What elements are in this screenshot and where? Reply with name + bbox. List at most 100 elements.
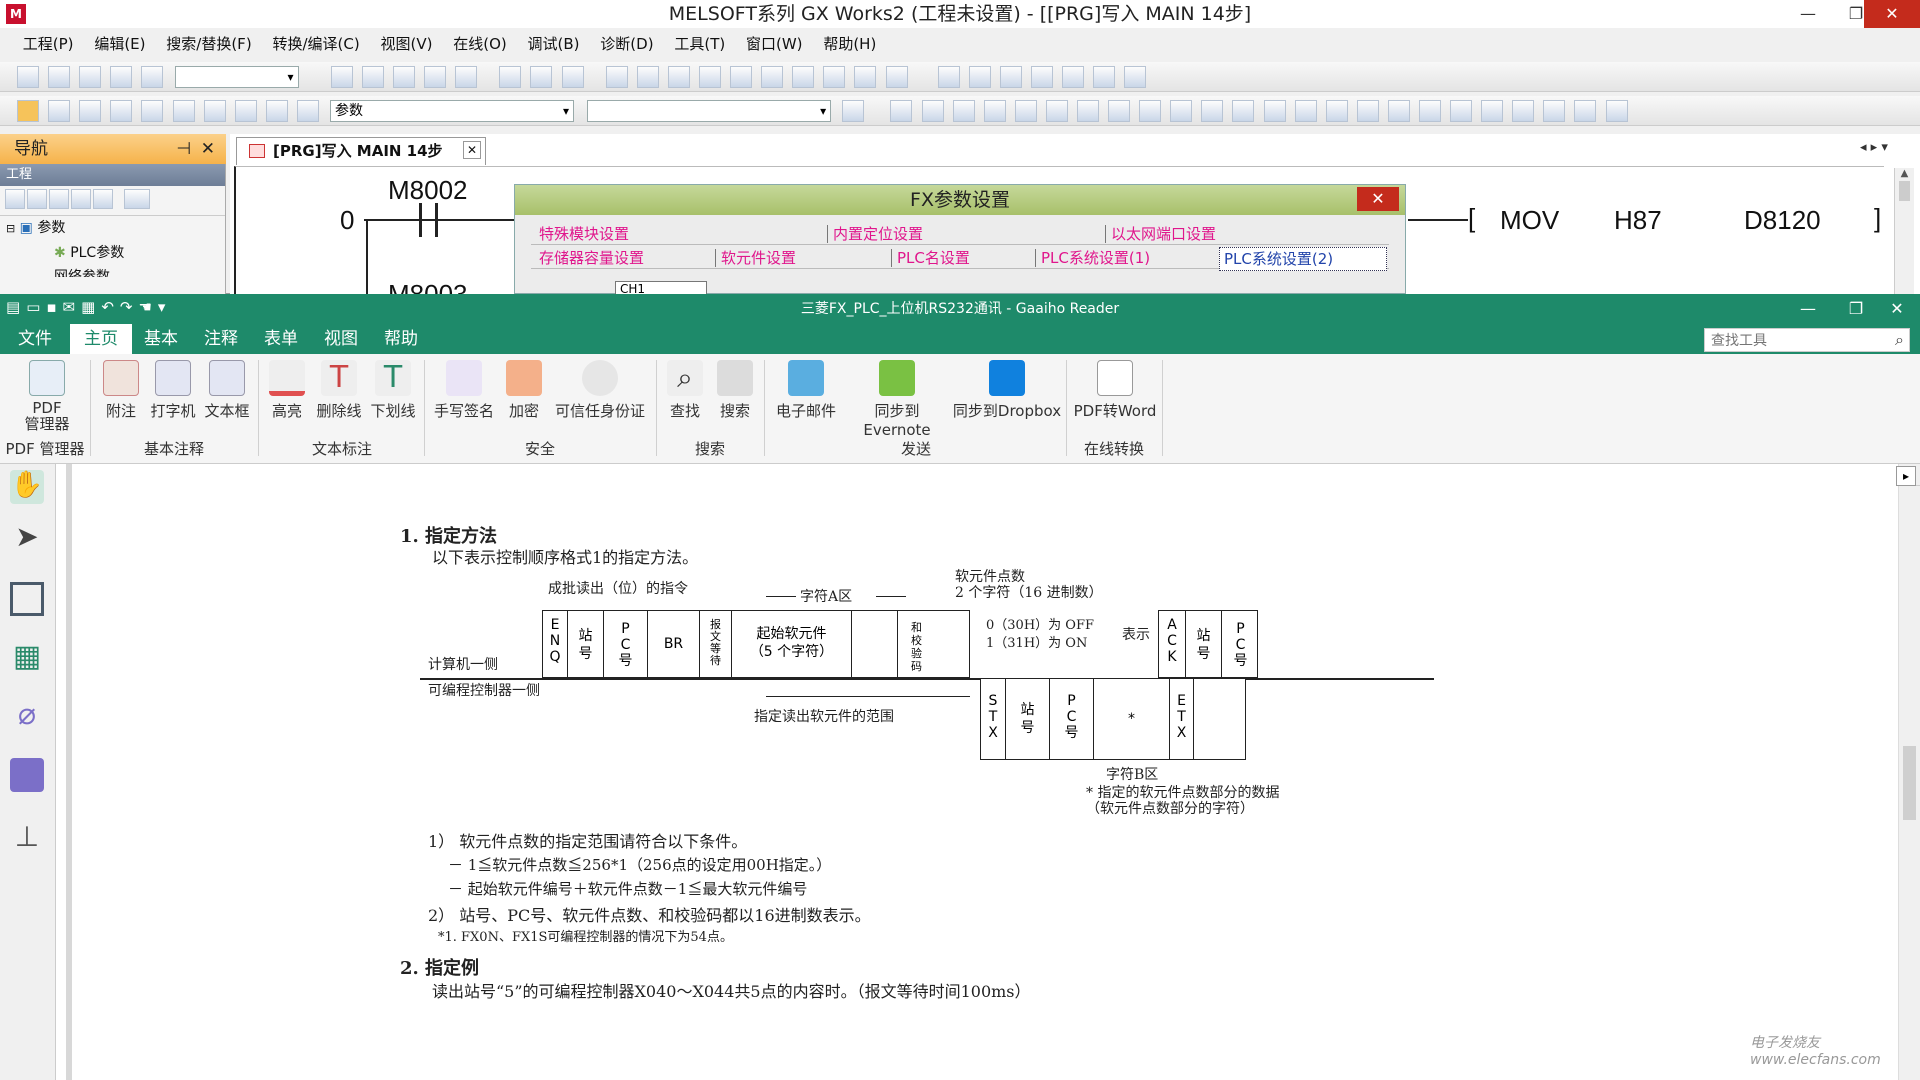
comments-icon[interactable] (10, 758, 44, 792)
tab-ethernet-port[interactable]: 以太网端口设置 (1111, 223, 1216, 245)
dev-3-icon[interactable] (172, 100, 195, 122)
settings-icon[interactable] (234, 100, 257, 122)
delete-vline-icon[interactable] (1170, 100, 1193, 122)
open-folder-icon[interactable] (48, 66, 71, 88)
binoculars-icon[interactable] (296, 100, 319, 122)
menu-debug[interactable]: 调试(B) (520, 30, 588, 58)
bookmark-icon[interactable] (10, 582, 44, 616)
tab-device-settings[interactable]: 软元件设置 (721, 247, 796, 269)
tab-plc-name[interactable]: PLC名设置 (897, 247, 970, 269)
delete-hline-icon[interactable] (1139, 100, 1162, 122)
dev-start-icon[interactable] (761, 66, 784, 88)
tab-scroll-arrows[interactable]: ◂ ▸ ▾ (1860, 140, 1888, 155)
ladder-tool-6-icon[interactable] (1093, 66, 1116, 88)
nav-tool-2-icon[interactable] (27, 189, 47, 209)
operation-result-icon[interactable] (1419, 100, 1441, 122)
reader-scrollbar[interactable]: ▴ (1898, 464, 1920, 1080)
menu-diagnose[interactable]: 诊断(D) (592, 30, 661, 58)
qa-email-icon[interactable]: ✉ (63, 298, 82, 316)
rising-parallel-icon[interactable] (1263, 100, 1286, 122)
encrypt-button[interactable]: 加密 (500, 360, 548, 421)
instruction-mov[interactable]: MOV (1500, 205, 1559, 236)
reader-close-button[interactable]: ✕ (1874, 294, 1920, 324)
reader-maximize-button[interactable]: ❐ (1832, 294, 1880, 324)
tab-plc-system-1[interactable]: PLC系统设置(1) (1041, 247, 1150, 269)
gx-minimize-button[interactable]: — (1784, 0, 1832, 28)
contact-no-icon[interactable] (890, 100, 913, 122)
search-icon[interactable]: ⌕ (1895, 330, 1904, 350)
qa-undo-icon[interactable]: ↶ (101, 298, 120, 316)
menu-window[interactable]: 窗口(W) (738, 30, 811, 58)
nav-tool-5-icon[interactable] (93, 189, 113, 209)
note-button[interactable]: 附注 (96, 360, 146, 421)
tab-plc-system-2[interactable]: PLC系统设置(2) (1219, 247, 1387, 271)
application-instr-icon[interactable] (1045, 100, 1068, 122)
search-tools-input[interactable] (1704, 328, 1910, 352)
sync-dropbox-button[interactable]: 同步到Dropbox (952, 360, 1062, 421)
falling-edge-icon[interactable] (1232, 100, 1255, 122)
monitor-start-icon[interactable] (605, 66, 628, 88)
tab-comment[interactable]: 注释 (190, 324, 252, 354)
tab-special-module[interactable]: 特殊模块设置 (539, 223, 629, 245)
online-help-icon[interactable] (265, 100, 288, 122)
menu-search-replace[interactable]: 搜索/替换(F) (158, 30, 259, 58)
sync-evernote-button[interactable]: 同步到Evernote (842, 360, 952, 439)
nav-tool-6-icon[interactable] (124, 189, 150, 209)
window-layout-icon[interactable] (854, 66, 877, 88)
qa-hand-icon[interactable]: ☚ (138, 298, 157, 316)
qa-customize-icon[interactable]: ▾ (158, 298, 172, 316)
simulator-icon[interactable] (730, 66, 753, 88)
hline-icon[interactable] (1076, 100, 1099, 122)
falling-parallel-icon[interactable] (1294, 100, 1317, 122)
new-file-icon[interactable] (17, 66, 40, 88)
paste-icon[interactable] (392, 66, 415, 88)
extra-tool-icon[interactable] (1605, 100, 1628, 122)
screen-icon[interactable] (885, 66, 908, 88)
monitor-stop-icon[interactable] (636, 66, 659, 88)
tab-home[interactable]: 主页 (70, 324, 132, 354)
dev-1-icon[interactable] (110, 100, 133, 122)
invert-icon[interactable] (1325, 100, 1348, 122)
list-view-icon[interactable] (48, 100, 71, 122)
redo-icon[interactable] (455, 66, 478, 88)
select-tool-icon[interactable]: ➤ (10, 520, 44, 554)
tree-item-param[interactable]: ⊟ ▣ 参数 (6, 216, 225, 241)
line-input-icon[interactable] (1356, 100, 1379, 122)
vline-icon[interactable] (1108, 100, 1131, 122)
device-batch-icon[interactable] (667, 66, 690, 88)
undo-icon[interactable] (424, 66, 447, 88)
project-view-icon[interactable] (17, 100, 40, 122)
menu-online[interactable]: 在线(O) (445, 30, 515, 58)
channel-select[interactable]: CH1 (615, 281, 707, 295)
reader-minimize-button[interactable]: — (1784, 294, 1832, 324)
dev-stop-icon[interactable] (792, 66, 815, 88)
menu-view[interactable]: 视图(V) (372, 30, 440, 58)
typewriter-button[interactable]: 打字机 (146, 360, 200, 421)
qa-print-icon[interactable]: ▦ (81, 298, 101, 316)
gx-close-button[interactable]: ✕ (1864, 0, 1920, 28)
ladder-tool-2-icon[interactable] (968, 66, 991, 88)
pdf-manager-button[interactable]: PDF 管理器 (12, 360, 82, 432)
attachment-icon[interactable]: ⌀ (10, 698, 44, 732)
operand-src[interactable]: H87 (1614, 205, 1662, 236)
scroll-thumb[interactable] (1903, 746, 1916, 820)
statement-icon[interactable] (1543, 100, 1566, 122)
textbox-button[interactable]: 文本框 (200, 360, 254, 421)
thumbnails-icon[interactable]: ▦ (10, 640, 44, 674)
menu-project[interactable]: 工程(P) (15, 30, 82, 58)
dev-2-icon[interactable] (141, 100, 164, 122)
tab-file[interactable]: 文件 (4, 324, 66, 354)
window-icon[interactable] (79, 100, 102, 122)
tree-item-network-param[interactable]: 网络参数 (6, 265, 225, 277)
email-button[interactable]: 电子邮件 (770, 360, 842, 421)
nav-close-icon[interactable]: ✕ (201, 134, 215, 164)
rising-edge-icon[interactable] (1201, 100, 1224, 122)
parallel-no-icon[interactable] (952, 100, 975, 122)
tab-memory-capacity[interactable]: 存储器容量设置 (539, 247, 644, 269)
menu-edit[interactable]: 编辑(E) (86, 30, 153, 58)
stamp-icon[interactable]: ⊥ (10, 820, 44, 854)
handwrite-sign-button[interactable]: 手写签名 (428, 360, 500, 421)
online-edit-icon[interactable] (823, 66, 846, 88)
contact-m8003[interactable]: M8003 (388, 279, 468, 295)
print-icon[interactable] (110, 66, 133, 88)
